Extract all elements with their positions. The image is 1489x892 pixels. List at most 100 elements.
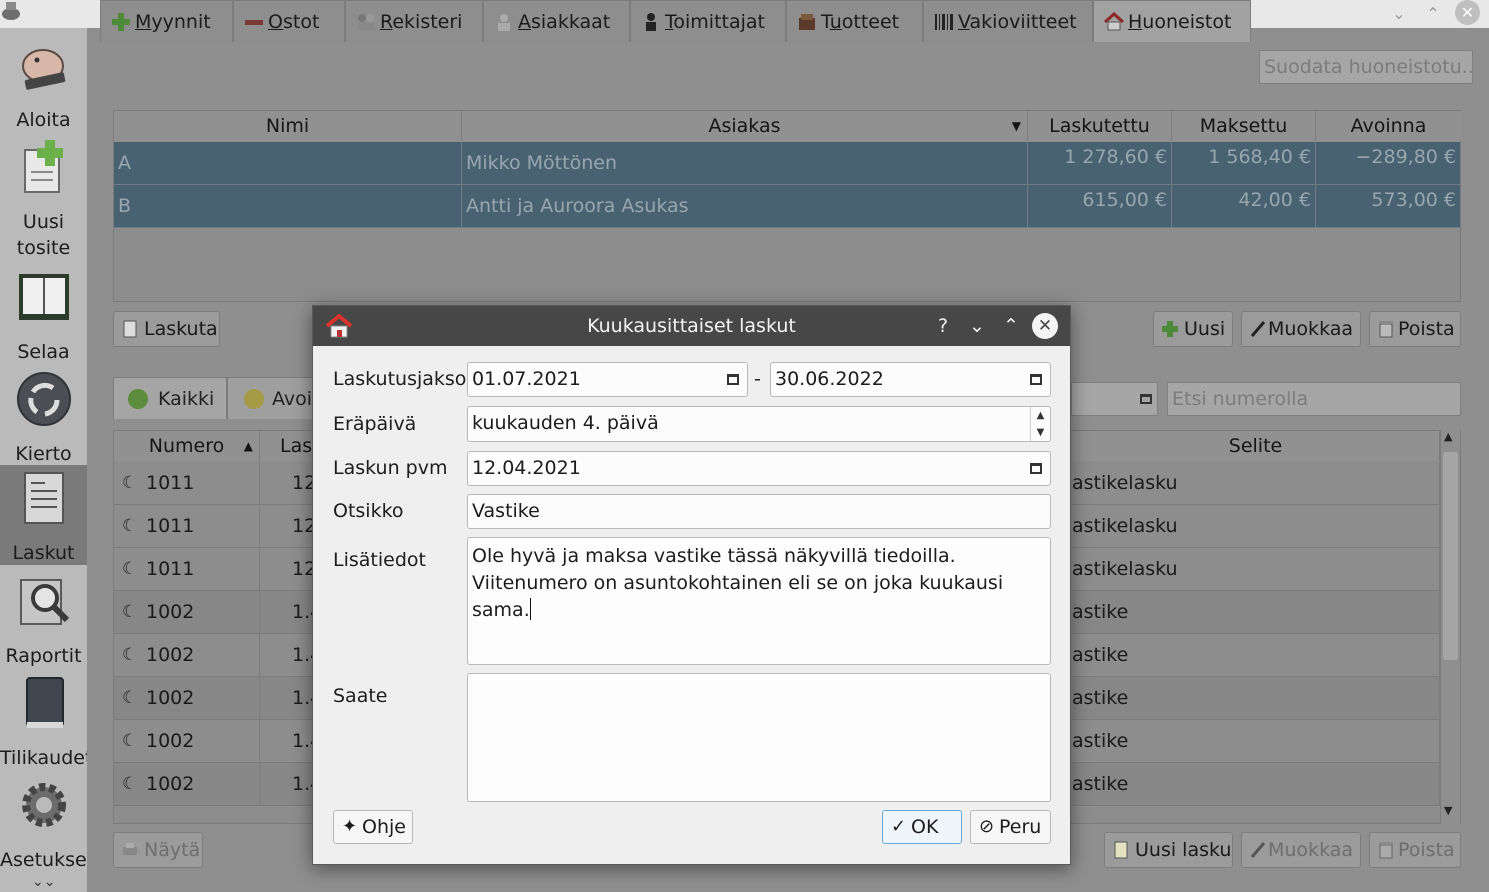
edit-invoice-button[interactable]: Muokkaa xyxy=(1241,832,1361,868)
cell-avoinna: 573,00 € xyxy=(1316,185,1460,228)
period-end-field[interactable]: 30.06.2022 xyxy=(770,362,1051,397)
sidebar-item-kierto[interactable]: Kierto xyxy=(0,366,87,466)
sidebar-item-selaa[interactable]: Selaa xyxy=(0,264,87,364)
column-header-selite[interactable]: Selite xyxy=(1072,431,1440,461)
cell-selite: astike xyxy=(1072,591,1440,634)
cell-laskutettu: 1 278,60 € xyxy=(1028,142,1172,185)
new-invoice-button[interactable]: Uusi lasku xyxy=(1104,832,1233,868)
additional-info-textarea[interactable]: Ole hyvä ja maksa vastike tässä näkyvill… xyxy=(467,537,1051,665)
due-day-stepper[interactable]: kuukauden 4. päivä ▲ ▼ xyxy=(467,406,1051,442)
date-filter-input[interactable] xyxy=(1071,382,1158,416)
cell-avoinna: −289,80 € xyxy=(1316,142,1460,185)
tab-huoneistot[interactable]: Huoneistot xyxy=(1093,0,1251,42)
moon-icon: ☾ xyxy=(122,602,138,622)
tab-rekisteri[interactable]: Rekisteri xyxy=(345,0,483,42)
delete-invoice-button[interactable]: Poista xyxy=(1369,832,1461,868)
invoices-scrollbar[interactable]: ▲ ▼ xyxy=(1440,430,1460,824)
sidebar-item-uusi-tosite[interactable]: Uusi tosite xyxy=(0,134,87,262)
dialog-title: Kuukausittaiset laskut xyxy=(587,315,796,337)
tab-asiakkaat-label: siakkaat xyxy=(531,11,611,33)
sidebar-more-icon[interactable]: ⌄⌄ xyxy=(32,874,55,890)
column-header-numero[interactable]: Numero ▲ xyxy=(114,431,260,461)
pencil-icon xyxy=(1250,321,1266,337)
sidebar-label-asetukset: Asetukset xyxy=(0,849,95,871)
column-header-nimi[interactable]: Nimi xyxy=(114,111,462,141)
filter-tab-avoimet[interactable]: Avoi xyxy=(227,377,313,419)
column-header-lask[interactable]: Lask xyxy=(260,431,323,461)
cell-laskutettu: 615,00 € xyxy=(1028,185,1172,228)
printer-icon xyxy=(123,843,137,855)
help-button[interactable]: ✦ Ohje xyxy=(333,810,413,844)
ok-button[interactable]: ✓ OK xyxy=(882,810,962,844)
maximize-button[interactable]: ⌃ xyxy=(1421,2,1445,26)
sidebar-item-aloita[interactable]: Aloita xyxy=(0,32,87,132)
tab-tuotteet[interactable]: Tuotteet xyxy=(786,0,923,42)
cycle-icon xyxy=(16,372,71,426)
table-row[interactable]: A Mikko Möttönen 1 278,60 € 1 568,40 € −… xyxy=(114,142,1460,185)
add-apartment-button[interactable]: Uusi xyxy=(1153,311,1233,347)
piggy-bank-icon xyxy=(21,49,65,90)
tab-myynnit[interactable]: Myynnit xyxy=(100,0,233,42)
sidebar-label-tilikaudet: Tilikaudet xyxy=(0,747,93,769)
close-dialog-button[interactable]: ✕ xyxy=(1032,313,1058,339)
tab-asiakkaat[interactable]: Asiakkaat xyxy=(483,0,630,42)
cell-selite: astike xyxy=(1072,677,1440,720)
edit-invoice-button-label: Muokkaa xyxy=(1268,839,1354,861)
delete-apartment-button[interactable]: Poista xyxy=(1369,311,1461,347)
minimize-button[interactable]: ⌄ xyxy=(1387,2,1411,26)
nayta-button[interactable]: Näytä xyxy=(113,832,203,868)
tab-toimittajat[interactable]: Toimittajat xyxy=(630,0,786,42)
invoice-date-field[interactable]: 12.04.2021 xyxy=(467,451,1051,486)
title-field[interactable]: Vastike xyxy=(467,494,1051,529)
scroll-down-icon[interactable]: ▼ xyxy=(1444,804,1452,817)
invoice-number-search[interactable]: Etsi numerolla xyxy=(1167,382,1461,416)
filter-tab-kaikki[interactable]: Kaikki xyxy=(113,377,227,419)
maximize-dialog-button[interactable]: ⌃ xyxy=(999,314,1023,338)
laskuta-button[interactable]: Laskuta xyxy=(113,311,220,347)
calendar-icon[interactable] xyxy=(727,374,739,385)
column-header-maksettu[interactable]: Maksettu xyxy=(1172,111,1316,141)
edit-apartment-button[interactable]: Muokkaa xyxy=(1241,311,1361,347)
tab-tuotteet-mnemonic: u xyxy=(829,11,842,33)
delete-invoice-button-label: Poista xyxy=(1398,839,1455,861)
sidebar-item-asetukset[interactable]: Asetukset xyxy=(0,772,95,872)
cell-selite: astike xyxy=(1072,763,1440,806)
tab-huoneistot-mnemonic: H xyxy=(1128,11,1143,33)
cell-selite: astike xyxy=(1072,634,1440,677)
sidebar-item-raportit[interactable]: Raportit xyxy=(0,568,87,668)
sidebar-label-selaa: Selaa xyxy=(17,341,70,363)
tab-ostot-label: stot xyxy=(282,11,320,33)
tab-vakioviitteet[interactable]: Vakioviitteet xyxy=(923,0,1093,42)
calendar-icon[interactable] xyxy=(1030,463,1042,474)
cell-maksettu: 42,00 € xyxy=(1172,185,1316,228)
sidebar-item-tilikaudet[interactable]: Tilikaudet xyxy=(0,670,93,770)
period-start-field[interactable]: 01.07.2021 xyxy=(467,362,748,397)
sidebar-item-laskut[interactable]: Laskut xyxy=(0,465,87,565)
spin-down-icon[interactable]: ▼ xyxy=(1031,424,1050,441)
cover-note-textarea[interactable] xyxy=(467,673,1051,802)
spin-up-icon[interactable]: ▲ xyxy=(1031,407,1050,424)
moon-icon: ☾ xyxy=(122,473,138,493)
column-header-laskutettu[interactable]: Laskutettu xyxy=(1028,111,1172,141)
close-window-button[interactable]: ✕ xyxy=(1455,0,1480,25)
tab-rekisteri-label: ekisteri xyxy=(392,11,463,33)
column-header-asiakas[interactable]: Asiakas ▼ xyxy=(462,111,1028,141)
calendar-icon[interactable] xyxy=(1030,374,1042,385)
scrollbar-thumb[interactable] xyxy=(1443,452,1458,660)
cell-nimi: A xyxy=(114,142,462,185)
cancel-button[interactable]: ⊘ Peru xyxy=(970,810,1051,844)
lifebuoy-icon: ✦ xyxy=(342,816,358,837)
check-icon: ✓ xyxy=(891,816,907,837)
cell-selite: astikelasku xyxy=(1072,548,1440,591)
nayta-button-label: Näytä xyxy=(144,839,201,861)
cell-asiakas: Antti ja Auroora Asukas xyxy=(462,185,1028,228)
minimize-dialog-button[interactable]: ⌄ xyxy=(965,314,989,338)
pencil-icon xyxy=(1250,842,1266,858)
scroll-up-icon[interactable]: ▲ xyxy=(1444,430,1452,443)
table-row[interactable]: B Antti ja Auroora Asukas 615,00 € 42,00… xyxy=(114,185,1460,228)
new-document-icon xyxy=(23,140,63,193)
column-header-avoinna[interactable]: Avoinna xyxy=(1316,111,1461,141)
tab-ostot[interactable]: Ostot xyxy=(233,0,345,42)
apartment-filter-input[interactable]: Suodata huoneistotu... xyxy=(1259,50,1473,84)
help-icon[interactable]: ? xyxy=(931,314,955,338)
